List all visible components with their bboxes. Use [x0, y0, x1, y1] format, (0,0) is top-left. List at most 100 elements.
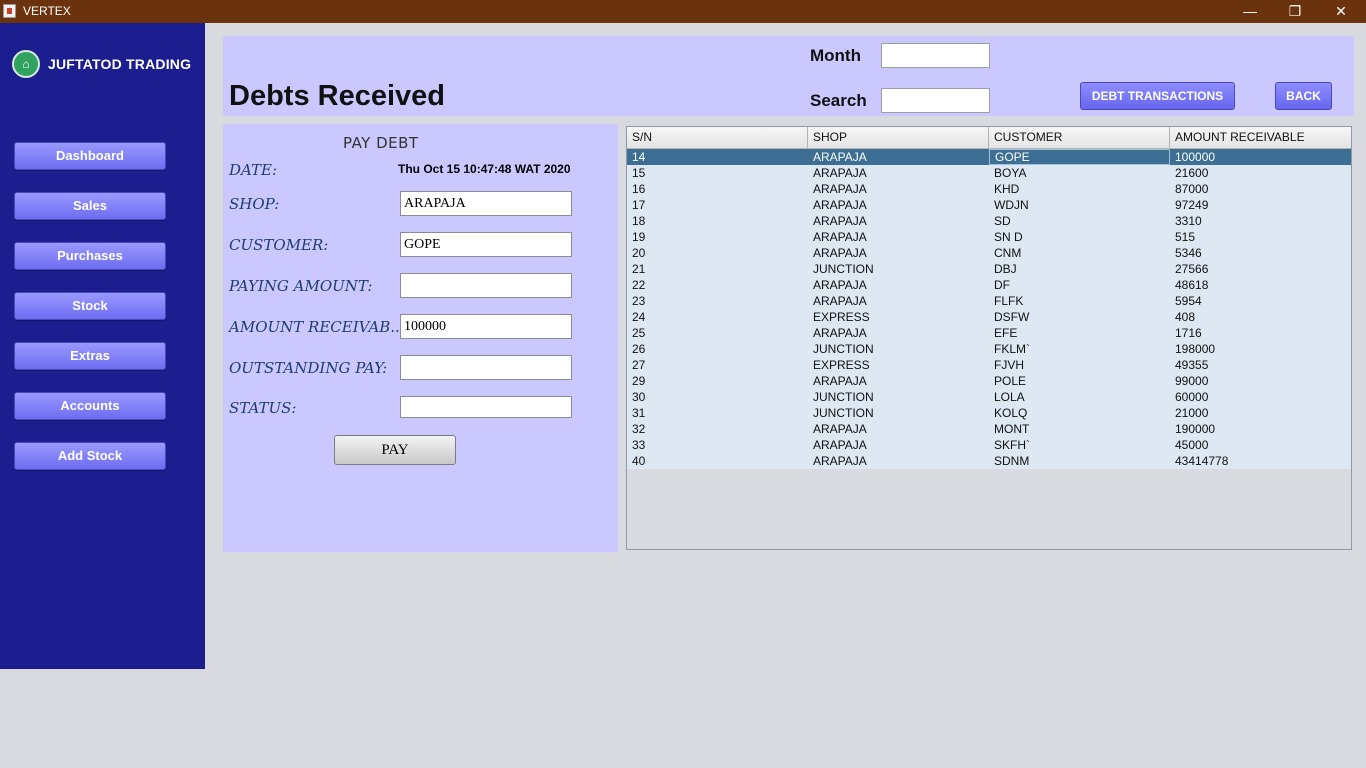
table-cell: ARAPAJA	[813, 214, 867, 228]
table-row[interactable]: 18 ARAPAJA SD 3310	[627, 213, 1351, 229]
table-cell: 27566	[1175, 262, 1209, 276]
table-row[interactable]: 21 JUNCTION DBJ 27566	[627, 261, 1351, 277]
pay-button[interactable]: PAY	[334, 435, 456, 465]
table-cell: ARAPAJA	[813, 438, 867, 452]
table-cell: FKLM`	[994, 342, 1030, 356]
table-cell: JUNCTION	[813, 342, 874, 356]
table-row[interactable]: 16 ARAPAJA KHD 87000	[627, 181, 1351, 197]
month-input[interactable]	[881, 43, 990, 68]
table-cell: 99000	[1175, 374, 1209, 388]
table-cell: SN D	[994, 230, 1023, 244]
sidebar: ⌂ JUFTATOD TRADING Dashboard Sales Purch…	[0, 23, 205, 669]
table-cell: 5346	[1175, 246, 1202, 260]
table-row[interactable]: 15 ARAPAJA BOYA 21600	[627, 165, 1351, 181]
table-cell: EXPRESS	[813, 310, 870, 324]
nav-purchases-button[interactable]: Purchases	[14, 242, 166, 270]
table-cell: FJVH	[994, 358, 1024, 372]
table-cell: 190000	[1175, 422, 1216, 436]
table-cell: 23	[632, 294, 646, 308]
table-row[interactable]: 25 ARAPAJA EFE 1716	[627, 325, 1351, 341]
nav-accounts-button[interactable]: Accounts	[14, 392, 166, 420]
table-cell: 24	[632, 310, 646, 324]
table-cell: 21	[632, 262, 646, 276]
table-cell: 19	[632, 230, 646, 244]
table-cell: JUNCTION	[813, 390, 874, 404]
table-row[interactable]: 32 ARAPAJA MONT 190000	[627, 421, 1351, 437]
table-cell: 5954	[1175, 294, 1202, 308]
table-cell: 29	[632, 374, 646, 388]
table-cell: KHD	[994, 182, 1020, 196]
shop-field[interactable]: ARAPAJA	[400, 191, 572, 216]
table-cell: ARAPAJA	[813, 278, 867, 292]
table-row[interactable]: 29 ARAPAJA POLE 99000	[627, 373, 1351, 389]
table-cell: 21600	[1175, 166, 1209, 180]
table-cell: CNM	[994, 246, 1022, 260]
table-row[interactable]: 17 ARAPAJA WDJN 97249	[627, 197, 1351, 213]
table-row[interactable]: 40 ARAPAJA SDNM 43414778	[627, 453, 1351, 469]
column-header-customer[interactable]: CUSTOMER	[989, 127, 1170, 148]
debt-transactions-button[interactable]: DEBT TRANSACTIONS	[1080, 82, 1235, 110]
pay-debt-form: PAY DEBT DATE: Thu Oct 15 10:47:48 WAT 2…	[223, 124, 618, 552]
nav-dashboard-button[interactable]: Dashboard	[14, 142, 166, 170]
table-row[interactable]: 23 ARAPAJA FLFK 5954	[627, 293, 1351, 309]
header-panel: Debts Received Month Search DEBT TRANSAC…	[223, 36, 1354, 116]
table-row[interactable]: 14 ARAPAJA GOPE 100000	[627, 149, 1351, 165]
amount-receivable-label: AMOUNT RECEIVAB...	[229, 318, 405, 336]
table-cell: EFE	[994, 326, 1018, 340]
debts-table[interactable]: S/N SHOP CUSTOMER AMOUNT RECEIVABLE 14 AR…	[626, 126, 1352, 550]
table-cell: 100000	[1175, 150, 1216, 164]
date-label: DATE:	[229, 161, 278, 179]
table-row[interactable]: 33 ARAPAJA SKFH` 45000	[627, 437, 1351, 453]
search-input[interactable]	[881, 88, 990, 113]
customer-label: CUSTOMER:	[229, 236, 329, 254]
paying-amount-field[interactable]	[400, 273, 572, 298]
table-row[interactable]: 26 JUNCTION FKLM` 198000	[627, 341, 1351, 357]
shop-label: SHOP:	[229, 195, 280, 213]
table-cell: 45000	[1175, 438, 1209, 452]
column-header-shop[interactable]: SHOP	[808, 127, 989, 148]
close-button[interactable]: ✕	[1318, 0, 1364, 23]
amount-receivable-field[interactable]: 100000	[400, 314, 572, 339]
nav-add-stock-button[interactable]: Add Stock	[14, 442, 166, 470]
table-cell: 25	[632, 326, 646, 340]
table-cell: ARAPAJA	[813, 166, 867, 180]
table-cell: 33	[632, 438, 646, 452]
table-cell: 31	[632, 406, 646, 420]
table-cell: JUNCTION	[813, 406, 874, 420]
minimize-button[interactable]: —	[1227, 0, 1273, 23]
table-cell: SDNM	[994, 454, 1030, 468]
table-row[interactable]: 24 EXPRESS DSFW 408	[627, 309, 1351, 325]
column-header-sn[interactable]: S/N	[627, 127, 808, 148]
table-row[interactable]: 22 ARAPAJA DF 48618	[627, 277, 1351, 293]
table-cell: 49355	[1175, 358, 1209, 372]
nav-sales-button[interactable]: Sales	[14, 192, 166, 220]
window-title: VERTEX	[23, 4, 71, 18]
paying-amount-label: PAYING AMOUNT:	[229, 277, 373, 295]
table-cell: 40	[632, 454, 646, 468]
page-title: Debts Received	[229, 80, 445, 112]
table-cell: 22	[632, 278, 646, 292]
table-row[interactable]: 20 ARAPAJA CNM 5346	[627, 245, 1351, 261]
table-row[interactable]: 30 JUNCTION LOLA 60000	[627, 389, 1351, 405]
table-row[interactable]: 31 JUNCTION KOLQ 21000	[627, 405, 1351, 421]
restore-button[interactable]: ❐	[1272, 0, 1318, 23]
table-cell: 97249	[1175, 198, 1209, 212]
table-cell: 21000	[1175, 406, 1209, 420]
table-body: 14 ARAPAJA GOPE 100000 15 ARAPAJA BOYA 21600 16 A…	[627, 149, 1351, 469]
customer-field[interactable]: GOPE	[400, 232, 572, 257]
nav-stock-button[interactable]: Stock	[14, 292, 166, 320]
outstanding-pay-label: OUTSTANDING PAY:	[229, 359, 388, 377]
table-row[interactable]: 19 ARAPAJA SN D 515	[627, 229, 1351, 245]
nav-extras-button[interactable]: Extras	[14, 342, 166, 370]
table-cell: WDJN	[994, 198, 1029, 212]
table-cell: 16	[632, 182, 646, 196]
table-cell: ARAPAJA	[813, 294, 867, 308]
outstanding-pay-field[interactable]	[400, 355, 572, 380]
table-cell: ARAPAJA	[813, 198, 867, 212]
table-cell: 408	[1175, 310, 1196, 324]
back-button[interactable]: BACK	[1275, 82, 1332, 110]
table-cell: SKFH`	[994, 438, 1030, 452]
table-row[interactable]: 27 EXPRESS FJVH 49355	[627, 357, 1351, 373]
column-header-amount-receivable[interactable]: AMOUNT RECEIVABLE	[1170, 127, 1351, 148]
status-field[interactable]	[400, 396, 572, 418]
